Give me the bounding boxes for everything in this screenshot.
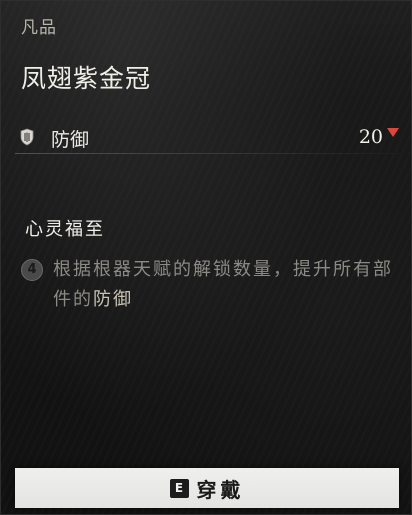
stat-value: 20 <box>358 126 383 148</box>
item-rarity: 凡品 <box>21 18 57 38</box>
equip-button[interactable]: E 穿戴 <box>15 468 399 508</box>
stat-divider <box>15 153 401 154</box>
item-name: 凤翅紫金冠 <box>21 64 152 93</box>
equip-button-content: E 穿戴 <box>15 468 399 508</box>
equip-button-label: 穿戴 <box>196 477 245 502</box>
stat-label: 防御 <box>51 129 90 151</box>
skill-description-highlight: 防御 <box>93 289 133 310</box>
skill-description: 根据根器天赋的解锁数量，提升所有部件的防御 <box>53 255 393 315</box>
stat-row-defense: 防御 20 <box>15 122 401 154</box>
item-tooltip-panel: 凡品 凤翅紫金冠 防御 20 心灵福至 4 根据根器天赋的解锁数量，提升所有部件… <box>0 0 412 515</box>
key-hint-e: E <box>169 478 189 498</box>
skill-level-badge: 4 <box>21 259 43 281</box>
skill-title: 心灵福至 <box>25 219 105 240</box>
decrease-arrow-icon <box>387 128 399 137</box>
defense-shield-icon <box>19 128 35 146</box>
